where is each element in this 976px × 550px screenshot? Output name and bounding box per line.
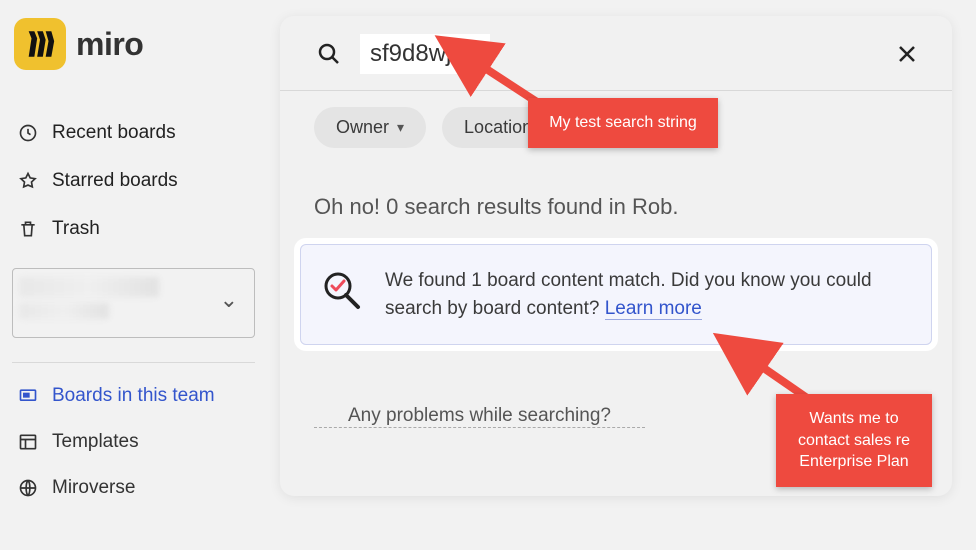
sidebar: miro Recent boards Starred boards Trash … xyxy=(0,0,265,550)
sidebar-link-boards-in-team[interactable]: Boards in this team xyxy=(12,375,255,417)
search-icon xyxy=(316,42,342,66)
filter-label: Location xyxy=(464,117,532,138)
nav-recent-boards[interactable]: Recent boards xyxy=(12,112,255,154)
sidebar-link-miroverse[interactable]: Miroverse xyxy=(12,467,255,509)
annotation-enterprise-plan: Wants me to contact sales re Enterprise … xyxy=(776,394,932,487)
clock-icon xyxy=(18,123,38,143)
trash-icon xyxy=(18,219,38,239)
miroverse-icon xyxy=(18,478,38,498)
chevron-down-icon: ▾ xyxy=(397,119,404,136)
nav-label: Recent boards xyxy=(52,122,176,144)
divider xyxy=(12,362,255,363)
nav-label: Starred boards xyxy=(52,170,178,192)
search-input[interactable] xyxy=(360,34,490,74)
star-icon xyxy=(18,171,38,191)
content-match-text: We found 1 board content match. Did you … xyxy=(385,267,909,322)
sidebar-link-templates[interactable]: Templates xyxy=(12,421,255,463)
sidebar-link-label: Boards in this team xyxy=(52,385,215,407)
magnify-check-icon xyxy=(321,269,363,311)
board-icon xyxy=(18,386,38,406)
problems-link[interactable]: Any problems while searching? xyxy=(314,375,645,428)
learn-more-link[interactable]: Learn more xyxy=(605,298,702,320)
redacted-team-sub xyxy=(19,303,109,319)
content-match-card: We found 1 board content match. Did you … xyxy=(300,244,932,345)
templates-icon xyxy=(18,432,38,452)
sidebar-link-label: Miroverse xyxy=(52,477,135,499)
brand-name: miro xyxy=(76,26,143,63)
logo-row: miro xyxy=(12,18,255,70)
team-selector[interactable] xyxy=(12,268,255,338)
filter-owner[interactable]: Owner ▾ xyxy=(314,107,426,148)
filter-label: Owner xyxy=(336,117,389,138)
miro-logo-icon[interactable] xyxy=(14,18,66,70)
sidebar-link-label: Templates xyxy=(52,431,139,453)
redacted-team-name xyxy=(19,277,159,297)
nav-starred-boards[interactable]: Starred boards xyxy=(12,160,255,202)
search-bar xyxy=(280,16,952,91)
nav-label: Trash xyxy=(52,218,100,240)
no-results-text: Oh no! 0 search results found in Rob. xyxy=(280,148,952,236)
close-button[interactable] xyxy=(890,37,924,71)
annotation-search-string: My test search string xyxy=(528,98,718,148)
nav-trash[interactable]: Trash xyxy=(12,208,255,250)
